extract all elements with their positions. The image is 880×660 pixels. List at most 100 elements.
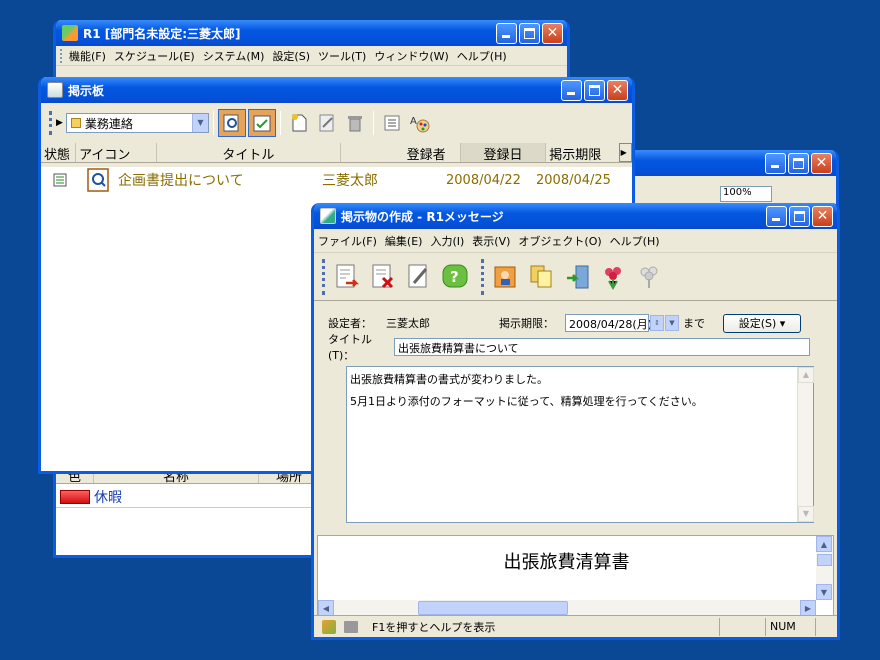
preview-vscroll[interactable]: ▲ ▼ [816, 536, 833, 600]
help-icon: ? [442, 264, 468, 287]
bouquet-gray-icon [640, 266, 658, 288]
close-button[interactable]: ✕ [812, 206, 833, 227]
attachment-heading: 出張旅費清算書 [503, 552, 630, 573]
menu-function[interactable]: 機能(F) [69, 48, 106, 64]
deadline-input[interactable]: 2008/04/28(月) [565, 314, 652, 332]
maximize-icon [793, 158, 804, 169]
font-color-button[interactable]: A [406, 109, 434, 137]
close-button[interactable]: ✕ [811, 153, 832, 174]
maximize-button[interactable] [789, 206, 810, 227]
scroll-up-button[interactable]: ▲ [816, 536, 832, 552]
menu-help[interactable]: ヘルプ(H) [610, 233, 660, 249]
message-titlebar[interactable]: 掲示物の作成 - R1メッセージ ✕ [314, 203, 837, 229]
menu-tools[interactable]: ツール(T) [318, 48, 366, 64]
edit-post-button[interactable] [313, 109, 341, 137]
col-expiry[interactable]: 掲示期限 [546, 143, 618, 162]
view-details-button[interactable] [217, 109, 246, 137]
date-spinner[interactable]: ⇕ [650, 315, 664, 331]
minimize-button[interactable] [765, 153, 786, 174]
menu-input[interactable]: 入力(I) [430, 233, 464, 249]
menu-system[interactable]: システム(M) [203, 48, 265, 64]
scroll-down-button[interactable]: ▼ [816, 584, 832, 600]
resize-grip[interactable] [815, 617, 837, 636]
menu-schedule[interactable]: スケジュール(E) [114, 48, 195, 64]
close-button[interactable]: ✕ [542, 23, 563, 44]
board-list-header: 状態 アイコン タイトル 登録者 登録日 掲示期限 ▶ [41, 143, 632, 163]
attachment-preview[interactable]: 出張旅費清算書 ▲ ▼ ◀ ▶ [317, 535, 834, 617]
col-title[interactable]: タイトル [157, 143, 341, 162]
flower-disabled-button[interactable] [632, 259, 668, 295]
address-book-button[interactable] [488, 259, 524, 295]
menu-view[interactable]: 表示(V) [472, 233, 510, 249]
menu-file[interactable]: ファイル(F) [318, 233, 377, 249]
close-button[interactable]: ✕ [607, 80, 628, 101]
body-textarea[interactable]: 出張旅費精算書の書式が変わりました。 5月1日より添付のフォーマットに従って、精… [346, 366, 814, 523]
close-icon: ✕ [546, 25, 559, 41]
col-icon[interactable]: アイコン [76, 143, 157, 162]
toolbar-separator [212, 111, 214, 135]
category-name: 休暇 [94, 489, 122, 506]
close-icon: ✕ [611, 82, 624, 98]
menu-help[interactable]: ヘルプ(H) [457, 48, 507, 64]
color-swatch [60, 489, 90, 504]
receive-button[interactable] [560, 259, 596, 295]
header-scroll-right[interactable]: ▶ [618, 143, 632, 162]
setter-value: 三菱太郎 [386, 317, 430, 330]
col-status[interactable]: 状態 [41, 143, 77, 162]
col-registrant[interactable]: 登録者 [341, 143, 461, 162]
toolbar-grip[interactable] [481, 258, 484, 295]
bouquet-icon [605, 266, 621, 290]
menubar-grip[interactable] [60, 48, 63, 63]
list-item[interactable]: 企画書提出について 三菱太郎 2008/04/22 2008/04/25 [41, 167, 632, 193]
submit-doc-icon [336, 264, 360, 287]
minimize-button[interactable] [766, 206, 787, 227]
col-registered-date[interactable]: 登録日 [460, 143, 547, 162]
cancel-post-button[interactable] [365, 259, 401, 295]
scroll-down-button[interactable]: ▼ [798, 506, 814, 522]
zoom-select[interactable]: 100% [720, 186, 772, 202]
new-post-button[interactable] [285, 109, 313, 137]
settings-button[interactable]: 設定(S) ▾ [723, 313, 801, 333]
delete-post-button[interactable] [341, 109, 369, 137]
post-registrant: 三菱太郎 [322, 173, 378, 189]
scroll-thumb[interactable] [817, 554, 832, 566]
help-button[interactable]: ? [437, 259, 473, 295]
minimize-button[interactable] [561, 80, 582, 101]
scroll-right-button[interactable]: ▶ [800, 600, 816, 616]
menu-settings[interactable]: 設定(S) [272, 48, 310, 64]
maximize-icon [524, 28, 535, 39]
scroll-thumb[interactable] [418, 601, 568, 615]
maximize-button[interactable] [519, 23, 540, 44]
cancel-doc-icon [372, 264, 394, 288]
maximize-button[interactable] [788, 153, 809, 174]
scroll-left-button[interactable]: ◀ [318, 600, 334, 616]
menu-edit[interactable]: 編集(E) [385, 233, 423, 249]
main-window-titlebar[interactable]: R1 [部門名未設定:三菱太郎] ✕ [56, 20, 567, 46]
copy-button[interactable] [524, 259, 560, 295]
status-num: NUM [765, 617, 815, 636]
status-app-icon [322, 619, 336, 634]
scroll-up-button[interactable]: ▲ [798, 367, 814, 383]
category-select[interactable]: 業務連絡 ▼ [65, 113, 209, 133]
edit-button[interactable] [401, 259, 437, 295]
minimize-button[interactable] [496, 23, 517, 44]
chevron-down-icon[interactable]: ▼ [665, 315, 679, 331]
chevron-down-icon[interactable]: ▼ [191, 114, 208, 132]
back-window-titlebar[interactable]: ✕ [620, 150, 836, 176]
preview-hscroll[interactable]: ◀ ▶ [318, 600, 816, 616]
title-input[interactable]: 出張旅費精算書について [394, 338, 810, 356]
app-icon [62, 25, 78, 41]
board-titlebar[interactable]: 掲示板 ✕ [41, 77, 632, 103]
flower-button[interactable] [596, 259, 632, 295]
toolbar-grip[interactable] [322, 258, 325, 295]
maximize-button[interactable] [584, 80, 605, 101]
body-scrollbar[interactable]: ▲ ▼ [797, 367, 814, 522]
menu-object[interactable]: オブジェクト(O) [518, 233, 601, 249]
svg-text:?: ? [450, 268, 459, 286]
calendar-view-button[interactable] [247, 109, 276, 137]
menu-window[interactable]: ウィンドウ(W) [374, 48, 448, 64]
list-view-button[interactable] [378, 109, 406, 137]
message-window[interactable]: 掲示物の作成 - R1メッセージ ✕ ファイル(F) 編集(E) 入力(I) 表… [311, 203, 840, 640]
toolbar-grip[interactable] [49, 111, 52, 135]
post-submit-button[interactable] [329, 259, 365, 295]
